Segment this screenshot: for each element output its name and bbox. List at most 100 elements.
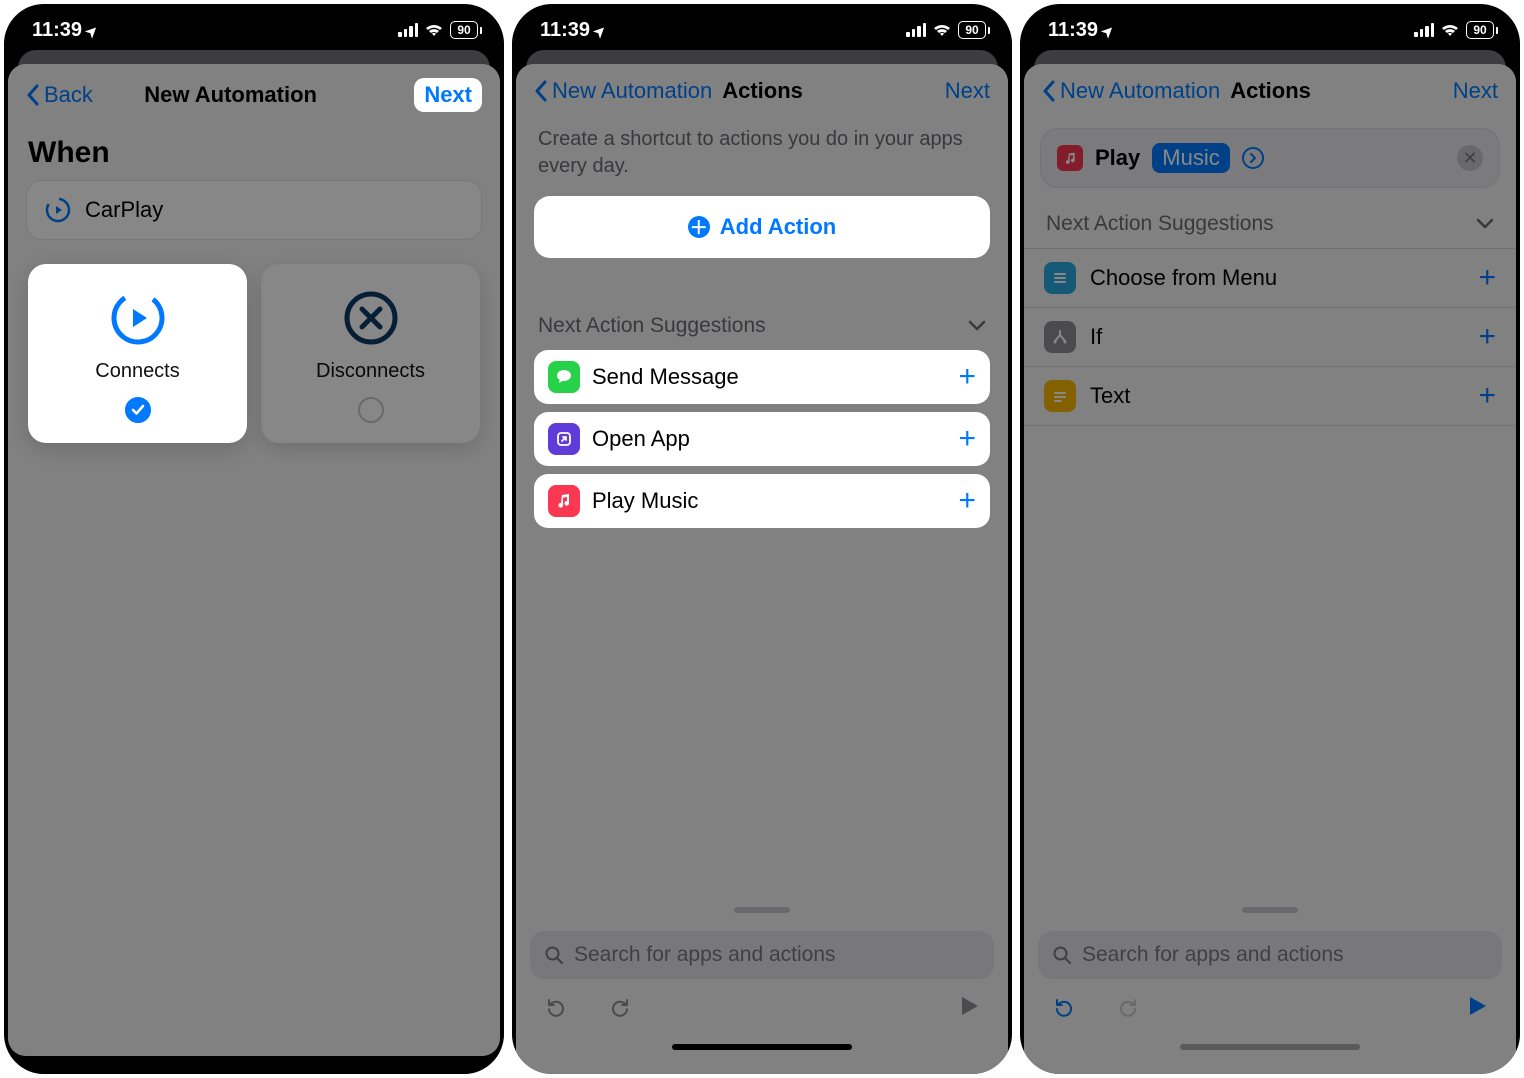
- wifi-icon: [932, 23, 952, 37]
- add-icon[interactable]: +: [1478, 379, 1496, 413]
- search-placeholder: Search for apps and actions: [1082, 943, 1344, 967]
- suggestion-if[interactable]: If +: [1024, 308, 1516, 367]
- back-label: New Automation: [552, 78, 712, 104]
- screenshot-panel-2: 11:39 90 New Automation Actions Next Cre…: [512, 4, 1012, 1074]
- cellular-signal-icon: [906, 23, 926, 37]
- suggestion-send-message[interactable]: Send Message +: [534, 350, 990, 404]
- status-bar: 11:39 90: [4, 4, 504, 50]
- option-label: Disconnects: [316, 360, 425, 383]
- action-parameter[interactable]: Music: [1152, 143, 1229, 173]
- back-button[interactable]: New Automation: [534, 78, 712, 104]
- action-card-play-music[interactable]: Play Music ✕: [1040, 128, 1500, 188]
- battery-indicator: 90: [958, 21, 990, 39]
- search-field[interactable]: Search for apps and actions: [530, 931, 994, 979]
- radio-selected-icon: [125, 397, 151, 423]
- search-field[interactable]: Search for apps and actions: [1038, 931, 1502, 979]
- status-bar: 11:39 90: [1020, 4, 1520, 50]
- status-bar: 11:39 90: [512, 4, 1012, 50]
- run-button[interactable]: [1466, 993, 1488, 1024]
- cellular-signal-icon: [398, 23, 418, 37]
- suggestion-open-app[interactable]: Open App +: [534, 412, 990, 466]
- suggestions-header[interactable]: Next Action Suggestions: [1024, 188, 1516, 248]
- drawer-grabber[interactable]: [1242, 907, 1298, 913]
- location-arrow-icon: [1102, 19, 1114, 42]
- nav-title: Actions: [722, 78, 803, 104]
- option-label: Connects: [95, 360, 180, 383]
- battery-indicator: 90: [450, 21, 482, 39]
- status-time: 11:39: [32, 19, 82, 42]
- plus-circle-icon: ＋: [688, 216, 710, 238]
- next-button[interactable]: Next: [1453, 78, 1498, 104]
- add-icon[interactable]: +: [958, 360, 976, 394]
- trigger-label: CarPlay: [85, 197, 163, 223]
- nav-bar: Back New Automation Next: [8, 64, 500, 122]
- battery-percentage: 90: [450, 21, 478, 39]
- music-app-icon: [1057, 145, 1083, 171]
- action-verb: Play: [1095, 145, 1140, 171]
- actions-sheet: New Automation Actions Next Play Music ✕…: [1024, 64, 1516, 1074]
- add-action-button[interactable]: ＋ Add Action: [534, 196, 990, 258]
- drawer-grabber[interactable]: [734, 907, 790, 913]
- actions-sheet: New Automation Actions Next Create a sho…: [516, 64, 1008, 1074]
- search-icon: [544, 945, 564, 965]
- trigger-row-carplay[interactable]: CarPlay: [26, 180, 482, 240]
- nav-title: New Automation: [47, 82, 414, 108]
- status-time: 11:39: [540, 19, 590, 42]
- wifi-icon: [424, 23, 444, 37]
- undo-button[interactable]: [1052, 997, 1076, 1021]
- search-placeholder: Search for apps and actions: [574, 943, 836, 967]
- add-icon[interactable]: +: [1478, 320, 1496, 354]
- suggestion-text[interactable]: Text +: [1024, 367, 1516, 426]
- location-arrow-icon: [594, 19, 606, 42]
- back-label: New Automation: [1060, 78, 1220, 104]
- radio-unselected-icon: [358, 397, 384, 423]
- home-indicator[interactable]: [672, 1044, 852, 1050]
- run-button[interactable]: [958, 993, 980, 1024]
- option-connects[interactable]: Connects: [28, 264, 247, 443]
- add-icon[interactable]: +: [958, 422, 976, 456]
- undo-button[interactable]: [544, 997, 568, 1021]
- option-disconnects[interactable]: Disconnects: [261, 264, 480, 443]
- nav-title: Actions: [1230, 78, 1311, 104]
- home-indicator[interactable]: [164, 1062, 344, 1068]
- add-action-label: Add Action: [720, 214, 837, 240]
- delete-action-icon[interactable]: ✕: [1457, 145, 1483, 171]
- wifi-icon: [1440, 23, 1460, 37]
- location-arrow-icon: [86, 19, 98, 42]
- messages-app-icon: [548, 361, 580, 393]
- automation-config-sheet: Back New Automation Next When CarPlay Co…: [8, 64, 500, 1056]
- add-icon[interactable]: +: [1478, 261, 1496, 295]
- next-button[interactable]: Next: [414, 78, 482, 112]
- battery-percentage: 90: [958, 21, 986, 39]
- next-button[interactable]: Next: [945, 78, 990, 104]
- suggestion-choose-from-menu[interactable]: Choose from Menu +: [1024, 249, 1516, 308]
- carplay-icon: [45, 197, 71, 223]
- connects-icon: [110, 290, 166, 346]
- music-app-icon: [548, 485, 580, 517]
- chevron-down-icon: [968, 320, 986, 332]
- cellular-signal-icon: [1414, 23, 1434, 37]
- home-indicator[interactable]: [1180, 1044, 1360, 1050]
- suggestion-play-music[interactable]: Play Music +: [534, 474, 990, 528]
- status-time: 11:39: [1048, 19, 1098, 42]
- disconnects-icon: [343, 290, 399, 346]
- if-icon: [1044, 321, 1076, 353]
- add-icon[interactable]: +: [958, 484, 976, 518]
- screenshot-panel-1: 11:39 90 Back New Automation Next: [4, 4, 504, 1074]
- battery-percentage: 90: [1466, 21, 1494, 39]
- text-icon: [1044, 380, 1076, 412]
- back-button[interactable]: New Automation: [1042, 78, 1220, 104]
- suggestions-header[interactable]: Next Action Suggestions: [516, 258, 1008, 350]
- nav-bar: New Automation Actions Next: [516, 64, 1008, 114]
- nav-bar: New Automation Actions Next: [1024, 64, 1516, 114]
- menu-icon: [1044, 262, 1076, 294]
- expand-parameters-icon[interactable]: [1242, 147, 1264, 169]
- helper-text: Create a shortcut to actions you do in y…: [516, 114, 1008, 196]
- battery-indicator: 90: [1466, 21, 1498, 39]
- chevron-down-icon: [1476, 218, 1494, 230]
- redo-button[interactable]: [1116, 997, 1140, 1021]
- screenshot-panel-3: 11:39 90 New Automation Actions Next: [1020, 4, 1520, 1074]
- search-icon: [1052, 945, 1072, 965]
- redo-button[interactable]: [608, 997, 632, 1021]
- when-header: When: [8, 122, 500, 180]
